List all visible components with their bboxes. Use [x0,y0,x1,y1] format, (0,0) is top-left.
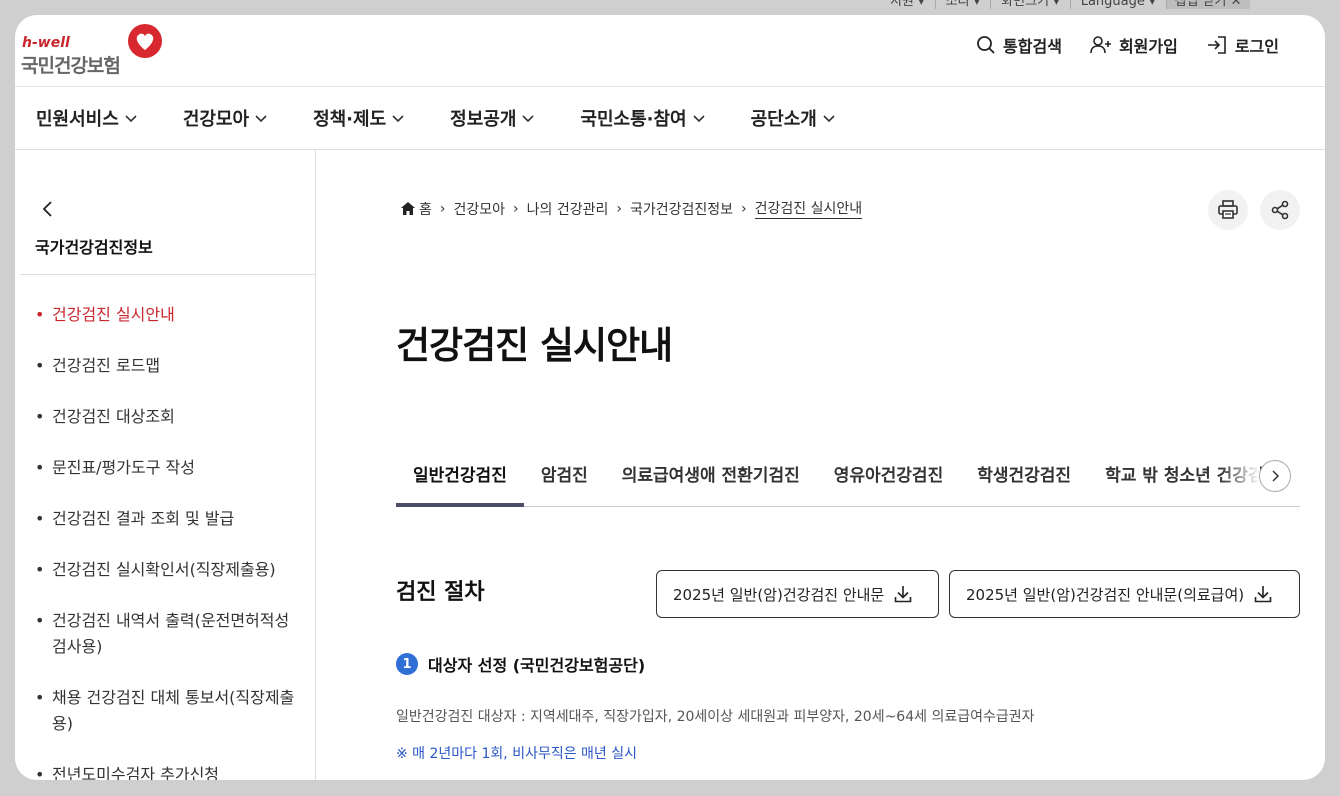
chevron-down-icon [125,115,137,123]
breadcrumb-separator-icon: › [439,200,446,217]
unified-search-label: 통합검색 [1003,37,1062,56]
page: h-well 국민건강보험 통합검색 회원가입 로그인 민원서비스 건강모아 정… [15,15,1325,780]
login-icon [1207,36,1226,54]
join-button[interactable]: 회원가입 [1090,33,1178,57]
chevron-down-icon [522,115,534,123]
step-number-badge: 1 [396,653,418,675]
header-links: 통합검색 회원가입 로그인 [976,33,1279,57]
add-user-icon [1090,36,1111,54]
sidebar: 국가건강검진정보 건강검진 실시안내 건강검진 로드맵 건강검진 대상조회 문진… [15,150,316,780]
chevron-down-icon [255,115,267,123]
tab-general-checkup[interactable]: 일반건강검진 [396,455,524,507]
tabs-fade [1220,455,1260,503]
sidebar-menu: 건강검진 실시안내 건강검진 로드맵 건강검진 대상조회 문진표/평가도구 작성… [35,302,297,780]
breadcrumb: 홈 › 건강모아 › 나의 건강관리 › 국가건강검진정보 › 건강검진 실시안… [401,198,863,219]
step-note: ※ 매 2년마다 1회, 비사무직은 매년 실시 [396,746,638,762]
download-guide-label: 2025년 일반(암)건강검진 안내문 [673,585,885,604]
search-icon [977,36,995,54]
section-title: 검진 절차 [396,580,485,605]
breadcrumb-my-health[interactable]: 나의 건강관리 [527,199,609,219]
main-nav: 민원서비스 건강모아 정책·제도 정보공개 국민소통·참여 공단소개 [15,87,1325,150]
chevron-down-icon [823,115,835,123]
chevron-down-icon [693,115,705,123]
tab-student-checkup[interactable]: 학생건강검진 [960,455,1088,507]
breadcrumb-separator-icon: › [513,200,519,217]
back-chevron-icon[interactable] [40,200,54,218]
share-icon [1271,200,1289,220]
sidebar-item-questionnaire[interactable]: 문진표/평가도구 작성 [35,455,297,481]
site-logo[interactable]: h-well 국민건강보험 [21,23,171,79]
utility-item-language[interactable]: Language ▾ [1069,0,1166,9]
breadcrumb-health[interactable]: 건강모아 [454,199,506,219]
share-button[interactable] [1260,190,1300,230]
printer-icon [1218,200,1238,219]
nav-item-health[interactable]: 건강모아 [183,87,267,149]
download-medicaid-guide-button[interactable]: 2025년 일반(암)건강검진 안내문(의료급여) [949,570,1300,618]
breadcrumb-current[interactable]: 건강검진 실시안내 [754,198,863,219]
sidebar-item-employment-notice[interactable]: 채용 건강검진 대체 통보서(직장제출용) [35,685,297,737]
utility-item-sound[interactable]: 소리 ▾ [934,0,991,9]
sidebar-item-additional-request[interactable]: 전년도미수검자 추가신청 [35,762,297,780]
login-button[interactable]: 로그인 [1206,33,1279,57]
sidebar-title: 국가건강검진정보 [35,238,153,257]
join-label: 회원가입 [1118,37,1178,56]
heart-logo-icon [128,24,162,58]
download-icon [894,586,912,603]
nav-item-about[interactable]: 공단소개 [751,87,835,149]
logo-name: 국민건강보험 [21,55,121,77]
step-description: 일반건강검진 대상자 : 지역세대주, 직장가입자, 20세이상 세대원과 피부… [396,709,1035,725]
chevron-right-icon [1272,470,1279,482]
sidebar-item-results[interactable]: 건강검진 결과 조회 및 발급 [35,506,297,532]
download-medicaid-guide-label: 2025년 일반(암)건강검진 안내문(의료급여) [966,585,1245,604]
nav-item-disclosure[interactable]: 정보공개 [450,87,534,149]
page-title: 건강검진 실시안내 [396,324,673,367]
tab-cancer-screening[interactable]: 암검진 [524,455,605,507]
login-label: 로그인 [1234,37,1279,56]
nav-item-civil-service[interactable]: 민원서비스 [36,87,137,149]
tab-transition-checkup[interactable]: 의료급여생애 전환기검진 [605,455,817,507]
procedure-step: 1 대상자 선정 (국민건강보험공단) [396,652,645,676]
main-content: 홈 › 건강모아 › 나의 건강관리 › 국가건강검진정보 › 건강검진 실시안… [396,150,1300,780]
utility-item-screen-size[interactable]: 화면크기 ▾ [990,0,1070,9]
step-title: 대상자 선정 (국민건강보험공단) [428,656,646,675]
sidebar-divider [20,274,316,275]
checkup-tabs: 일반건강검진 암검진 의료급여생애 전환기검진 영유아건강검진 학생건강검진 학… [396,455,1300,507]
logo-tagline: h-well [22,35,70,51]
sidebar-item-confirmation[interactable]: 건강검진 실시확인서(직장제출용) [35,557,297,583]
chevron-down-icon [392,115,404,123]
sidebar-item-history-print[interactable]: 건강검진 내역서 출력(운전면허적성검사용) [35,608,297,660]
breadcrumb-home[interactable]: 홈 [419,199,432,219]
download-guide-button[interactable]: 2025년 일반(암)건강검진 안내문 [656,570,939,618]
home-icon [401,202,415,215]
sidebar-item-roadmap[interactable]: 건강검진 로드맵 [35,353,297,379]
tab-infant-checkup[interactable]: 영유아건강검진 [817,455,960,507]
breadcrumb-checkup-info[interactable]: 국가건강검진정보 [630,199,733,219]
print-button[interactable] [1208,190,1248,230]
breadcrumb-separator-icon: › [616,200,622,217]
unified-search-button[interactable]: 통합검색 [976,33,1062,57]
site-header: h-well 국민건강보험 통합검색 회원가입 로그인 [15,15,1325,87]
utility-close-button[interactable]: 접입 닫기 ✕ [1165,0,1250,9]
breadcrumb-separator-icon: › [741,200,747,217]
sidebar-item-checkup-guide[interactable]: 건강검진 실시안내 [35,302,297,328]
page-tools [1208,190,1300,230]
tabs-next-button[interactable] [1259,460,1291,492]
utility-bar: 지원 ▾ 소리 ▾ 화면크기 ▾ Language ▾ 접입 닫기 ✕ [880,0,1250,14]
sidebar-item-target-lookup[interactable]: 건강검진 대상조회 [35,404,297,430]
nav-item-policy[interactable]: 정책·제도 [313,87,404,149]
nav-item-participation[interactable]: 국민소통·참여 [580,87,705,149]
utility-item-support[interactable]: 지원 ▾ [880,0,935,9]
download-icon [1254,586,1272,603]
